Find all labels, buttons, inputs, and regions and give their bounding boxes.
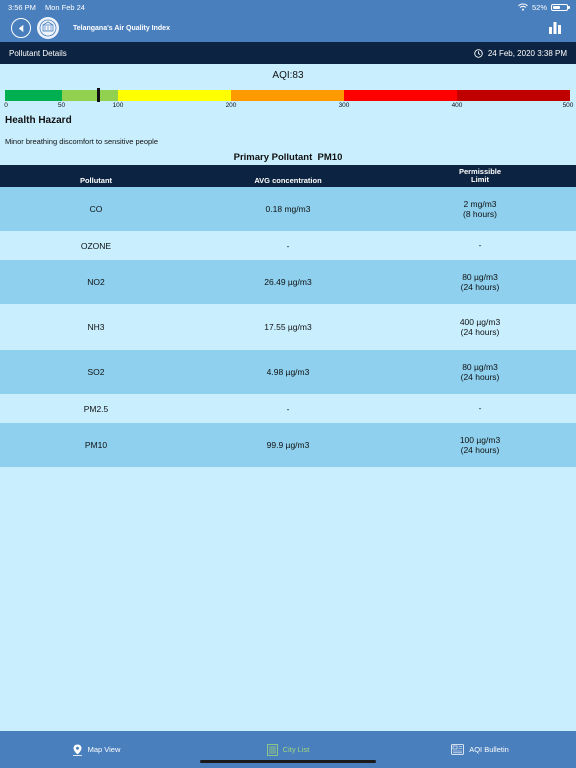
cell-avg-concentration: 17.55 µg/m3 (264, 322, 312, 332)
table-body: CO 0.18 mg/m3 2 mg/m3 (8 hours) OZONE - - NO2 2… (0, 187, 576, 468)
cell-permissible-limit: - (478, 403, 482, 414)
tab-label: City List (282, 745, 310, 754)
cell-pollutant: NH3 (87, 322, 105, 332)
tab-aqi-bulletin[interactable]: AQI Bulletin (384, 731, 576, 768)
aqi-scale-segment (231, 90, 344, 101)
battery-icon (551, 3, 570, 11)
cell-avg-concentration: 0.18 mg/m3 (265, 204, 311, 214)
app-title: Telangana's Air Quality Index (73, 24, 170, 32)
aqi-tick-label: 500 (562, 102, 574, 109)
cell-avg-concentration: 4.98 µg/m3 (266, 367, 310, 377)
list-icon (266, 743, 278, 756)
cell-permissible-limit: 2 mg/m3 (8 hours) (462, 198, 497, 219)
cell-pollutant: PM2.5 (83, 403, 109, 414)
aqi-scale-ticks: 0 50 100 200 300 400 500 (0, 102, 576, 112)
sub-header: Pollutant Details 24 Feb, 2020 3:38 PM (0, 42, 576, 64)
cell-pollutant: CO (89, 204, 103, 214)
table-row: OZONE - - (0, 232, 576, 260)
health-hazard-title: Health Hazard (5, 115, 72, 126)
primary-pollutant: Primary Pollutant PM10 (233, 152, 343, 163)
table-row: NH3 17.55 µg/m3 400 µg/m3 (24 hours) (0, 305, 576, 350)
cell-permissible-limit: - (478, 240, 482, 251)
map-pin-icon (72, 744, 82, 756)
table-row: CO 0.18 mg/m3 2 mg/m3 (8 hours) (0, 187, 576, 232)
col-pollutant: Pollutant (79, 176, 113, 185)
aqi-value-label: AQI:83 (272, 70, 304, 81)
tab-label: AQI Bulletin (469, 745, 509, 754)
aqi-scale-segment (344, 90, 457, 101)
aqi-color-scale (5, 90, 570, 101)
timestamp: 24 Feb, 2020 3:38 PM (487, 48, 567, 58)
aqi-scale-segment (5, 90, 62, 101)
cell-permissible-limit: 80 µg/m3 (24 hours) (460, 361, 500, 382)
table-row: SO2 4.98 µg/m3 80 µg/m3 (24 hours) (0, 350, 576, 395)
emblem-icon (39, 19, 57, 37)
tab-map-view[interactable]: Map View (0, 731, 192, 768)
cell-permissible-limit: 400 µg/m3 (24 hours) (459, 316, 501, 337)
bulletin-icon (451, 744, 465, 755)
back-arrow-icon (18, 24, 23, 32)
tab-label: Map View (87, 745, 121, 754)
aqi-tick-label: 400 (451, 102, 463, 109)
status-date: Mon Feb 24 (44, 2, 85, 12)
table-row: PM2.5 - - (0, 395, 576, 423)
cell-pollutant: NO2 (87, 277, 105, 287)
cell-pollutant: OZONE (80, 240, 112, 251)
cell-avg-concentration: 99.9 µg/m3 (266, 440, 310, 450)
clock-icon (474, 48, 483, 58)
wifi-icon (518, 3, 528, 11)
bar-chart-icon[interactable] (548, 20, 562, 34)
aqi-scale-segment (457, 90, 570, 101)
section-title: Pollutant Details (9, 48, 67, 58)
home-indicator[interactable] (200, 760, 376, 763)
col-avg-concentration: AVG concentration (254, 176, 322, 185)
aqi-scale-segment (118, 90, 231, 101)
table-row: NO2 26.49 µg/m3 80 µg/m3 (24 hours) (0, 260, 576, 305)
cell-permissible-limit: 80 µg/m3 (24 hours) (460, 271, 500, 292)
health-hazard-text: Minor breathing discomfort to sensitive … (5, 137, 158, 146)
aqi-tick-label: 200 (225, 102, 237, 109)
table-row: PM10 99.9 µg/m3 100 µg/m3 (24 hours) (0, 423, 576, 468)
aqi-tick-label: 50 (57, 102, 66, 109)
aqi-tick-label: 100 (112, 102, 124, 109)
status-time: 3:56 PM (8, 2, 36, 12)
app-header: Telangana's Air Quality Index (0, 14, 576, 42)
aqi-scale-segment (61, 90, 118, 101)
cell-avg-concentration: - (286, 403, 290, 414)
aqi-tick-label: 300 (338, 102, 350, 109)
back-button[interactable] (11, 18, 31, 38)
cell-pollutant: SO2 (87, 367, 105, 377)
battery-percent: 52% (531, 2, 547, 12)
pollutant-table: Pollutant AVG concentration Permissible … (0, 165, 576, 468)
status-bar: 3:56 PM Mon Feb 24 52% (0, 0, 576, 14)
table-header: Pollutant AVG concentration Permissible … (0, 165, 576, 187)
cell-pollutant: PM10 (84, 440, 108, 450)
cell-permissible-limit: 100 µg/m3 (24 hours) (459, 434, 501, 455)
aqi-marker (97, 88, 101, 102)
cell-avg-concentration: 26.49 µg/m3 (264, 277, 312, 287)
government-logo (37, 17, 59, 39)
aqi-tick-label: 0 (4, 102, 8, 109)
col-permissible-limit: Permissible Limit (458, 166, 502, 185)
cell-avg-concentration: - (286, 240, 290, 251)
